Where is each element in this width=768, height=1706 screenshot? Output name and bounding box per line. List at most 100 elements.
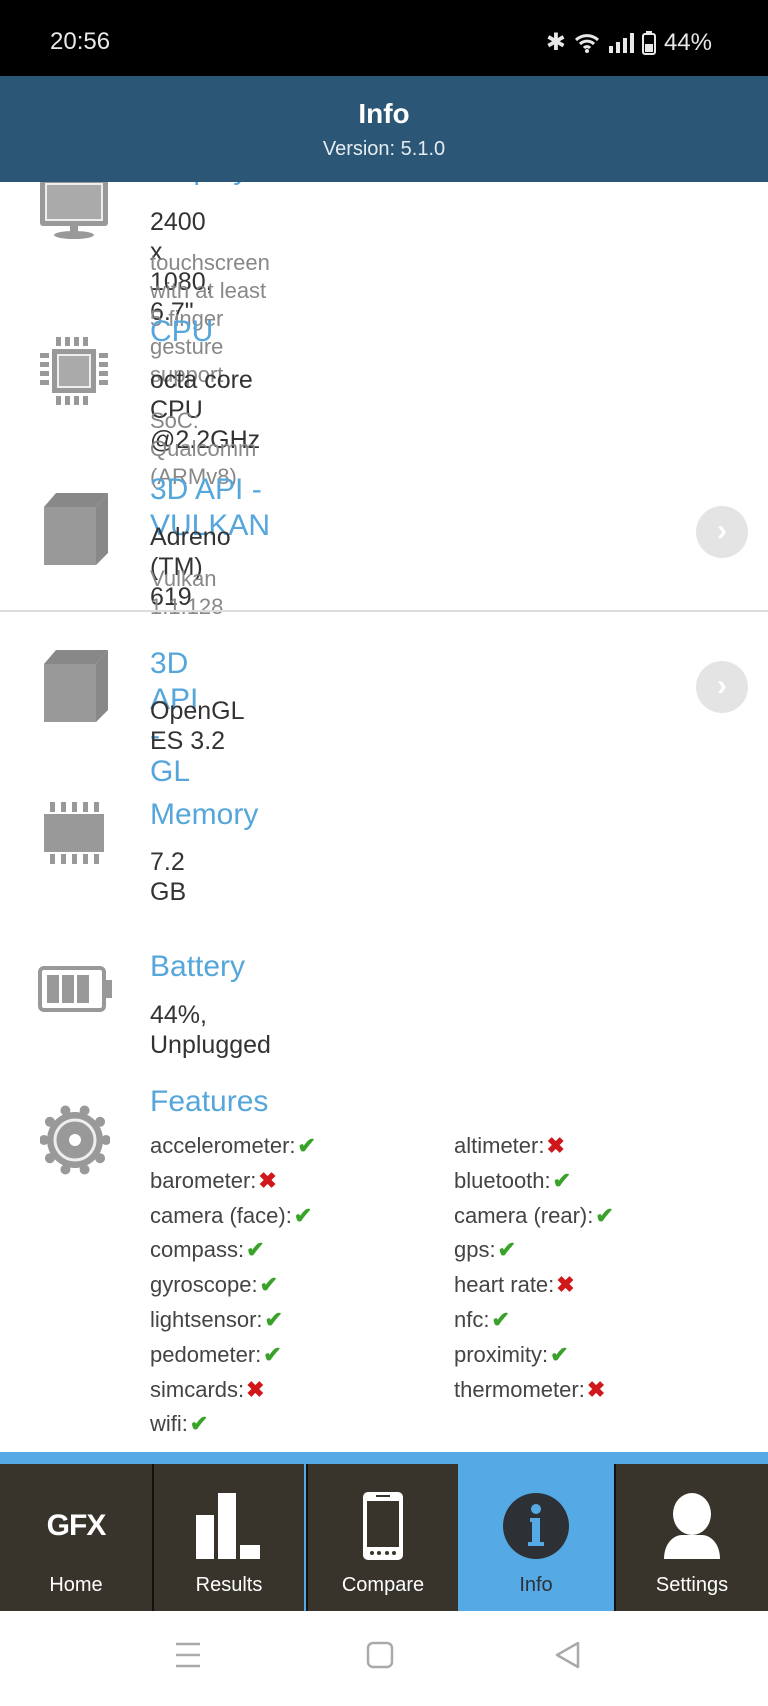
check-icon: ✔ [491,1307,510,1332]
divider [0,610,768,612]
tab-info[interactable]: Info [460,1464,612,1611]
feature-item: pedometer:✔ [150,1340,282,1370]
cross-icon: ✖ [556,1272,575,1298]
feature-name: barometer: [150,1167,257,1193]
item-value: 7.2 GB [150,848,187,906]
cube-icon [44,650,108,722]
check-icon: ✔ [497,1237,517,1263]
version-label: Version: 5.1.0 [322,138,446,160]
feature-item: camera (face):✔ [150,1201,312,1231]
tab-settings[interactable]: Settings [614,1464,768,1611]
feature-name: pedometer: [150,1341,262,1367]
cross-icon: ✖ [258,1167,277,1193]
features-title: Features [150,1085,269,1118]
feature-item: lightsensor:✔ [150,1305,283,1335]
memory-icon [44,802,104,864]
chip-icon [40,337,108,405]
item-detail: Vulkan 1.1.128 [150,566,224,619]
tab-home[interactable]: GFX Home [0,1464,152,1611]
gear-icon [40,1105,110,1175]
app-header: Info Version: 5.1.0 [0,76,768,182]
feature-name: proximity: [454,1341,549,1367]
signal-icon [608,32,634,53]
wifi-icon [574,33,599,53]
battery-icon [38,966,112,1012]
recent-apps-icon[interactable] [174,1641,202,1669]
feature-item: heart rate:✖ [454,1270,575,1300]
status-bar: 20:56 ✱ 44% [0,0,768,76]
cube-icon [44,493,108,565]
tab-label: Settings [655,1574,729,1596]
check-icon: ✔ [259,1272,279,1298]
check-icon: ✔ [246,1237,265,1263]
feature-item: accelerometer:✔ [150,1131,316,1161]
battery-icon [641,30,656,55]
info-icon [503,1493,569,1559]
feature-name: nfc: [454,1307,490,1332]
feature-name: compass: [150,1237,245,1263]
check-icon: ✔ [189,1411,209,1437]
feature-name: altimeter: [454,1133,545,1158]
tab-results[interactable]: Results [152,1464,304,1611]
check-icon: ✔ [264,1307,283,1332]
feature-item: barometer:✖ [150,1166,277,1196]
page-title: Info [358,98,410,129]
feature-name: simcards: [150,1376,245,1402]
check-icon: ✔ [293,1202,313,1228]
feature-name: gps: [454,1237,496,1263]
bar-chart-icon [196,1493,260,1559]
feature-item: camera (rear):✔ [454,1201,614,1231]
user-icon [664,1493,720,1559]
tab-compare[interactable]: Compare [306,1464,458,1611]
tab-label: Results [195,1574,263,1596]
feature-item: gyroscope:✔ [150,1270,278,1300]
gfx-logo-icon: GFX [46,1509,107,1542]
bluetooth-icon: ✱ [545,29,566,56]
chevron-right-icon[interactable]: › [696,661,748,713]
tab-label: Info [519,1574,553,1596]
tab-label: Compare [341,1574,425,1596]
check-icon: ✔ [595,1202,614,1228]
feature-item: wifi:✔ [150,1409,208,1439]
cross-icon: ✖ [586,1376,606,1402]
feature-name: camera (face): [150,1202,292,1228]
feature-item: compass:✔ [150,1235,265,1265]
feature-name: heart rate: [454,1272,555,1298]
feature-name: accelerometer: [150,1133,296,1158]
cross-icon: ✖ [246,1376,265,1402]
feature-item: altimeter:✖ [454,1131,565,1161]
feature-name: bluetooth: [454,1167,551,1193]
clock: 20:56 [50,28,111,55]
check-icon: ✔ [297,1133,316,1158]
battery-percent: 44% [663,28,712,56]
feature-name: gyroscope: [150,1272,258,1298]
phone-icon [363,1492,403,1560]
feature-item: nfc:✔ [454,1305,510,1335]
cross-icon: ✖ [546,1133,565,1158]
item-title: Memory [150,798,259,831]
feature-name: thermometer: [454,1376,585,1402]
feature-name: wifi: [150,1411,188,1437]
check-icon: ✔ [552,1167,572,1193]
feature-item: proximity:✔ [454,1340,569,1370]
feature-item: gps:✔ [454,1235,516,1265]
feature-item: thermometer:✖ [454,1375,605,1405]
item-value: 44%, Unplugged [150,1001,271,1059]
feature-name: lightsensor: [150,1307,263,1332]
system-navigation-bar [0,1611,768,1706]
feature-name: camera (rear): [454,1202,594,1228]
feature-item: bluetooth:✔ [454,1166,571,1196]
back-icon[interactable] [554,1641,582,1669]
bottom-tab-bar: GFX Home Results Compare Info Settings [0,1452,768,1611]
check-icon: ✔ [550,1341,569,1367]
home-icon[interactable] [366,1641,394,1669]
item-title: CPU [150,315,214,348]
chevron-right-icon[interactable]: › [696,506,748,558]
check-icon: ✔ [263,1341,282,1367]
item-title: Battery [150,950,246,983]
item-value: OpenGL ES 3.2 [150,697,244,755]
tab-label: Home [49,1574,103,1596]
monitor-icon [40,180,108,239]
feature-item: simcards:✖ [150,1375,265,1405]
status-icons: ✱ 44% [546,28,712,57]
